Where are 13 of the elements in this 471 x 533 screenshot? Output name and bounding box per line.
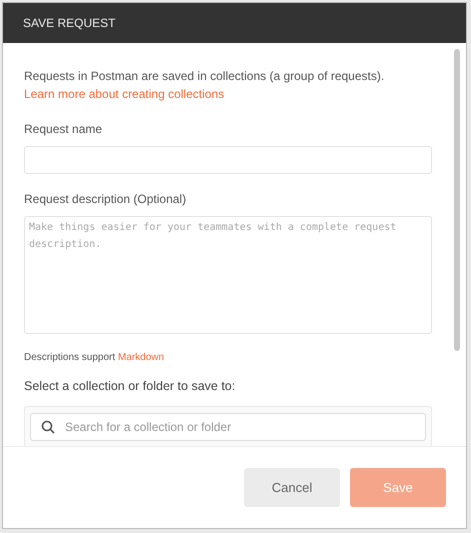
field-label: Request name — [24, 121, 104, 138]
collection-search-field[interactable]: Search for a collection or folder — [30, 412, 426, 441]
intro-text: Requests in Postman are saved in collections (a group of requests). — [24, 68, 386, 85]
learn-more-link[interactable]: Learn more about creating collections — [24, 85, 224, 103]
dialog-title: SAVE REQUEST — [23, 15, 116, 32]
cancel-button[interactable]: Cancel — [244, 468, 340, 507]
markdown-note: Descriptions support Markdown — [24, 351, 166, 365]
section-label: Select a collection or folder to save to: — [24, 378, 236, 395]
search-icon — [41, 420, 55, 434]
markdown-link[interactable]: Markdown — [118, 352, 164, 363]
field-label: Request description (Optional) — [24, 191, 188, 208]
request-description-field[interactable]: Make things easier for your teammates with a complete request description. — [24, 216, 432, 334]
request-name-field[interactable] — [24, 146, 432, 174]
